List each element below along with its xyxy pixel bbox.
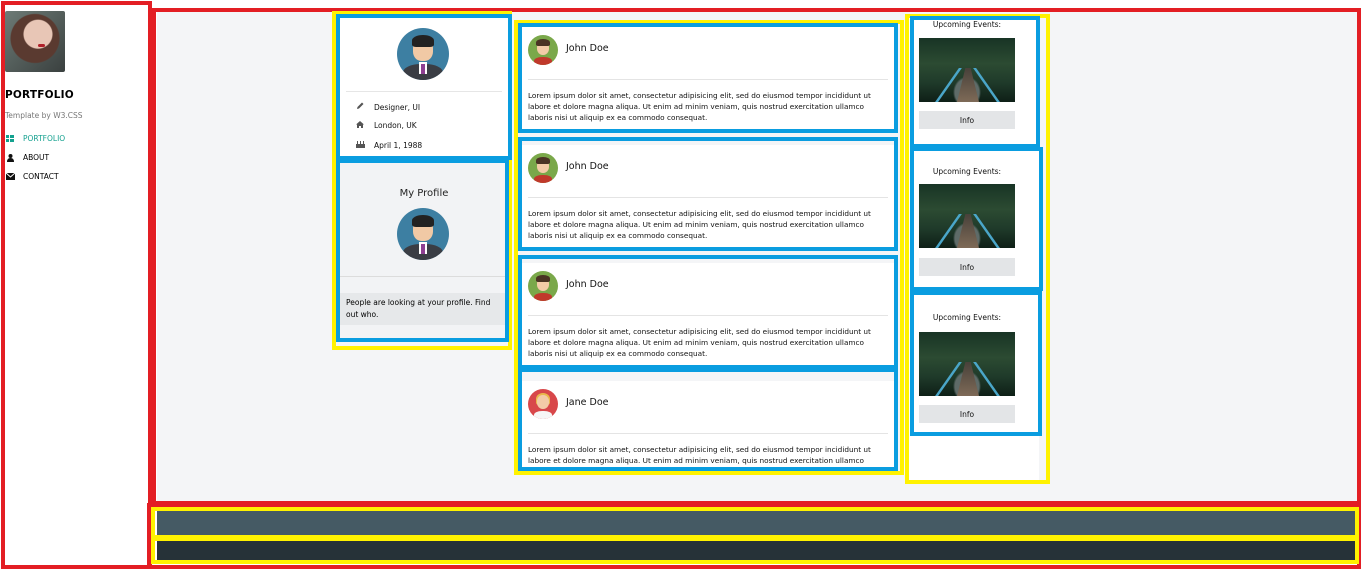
annotation-box-footer-bottom	[151, 537, 1359, 564]
annotation-box-event-2	[910, 147, 1043, 291]
annotation-box-event-1	[910, 16, 1040, 148]
annotation-box-post-2	[518, 137, 898, 251]
annotation-box-profile-card	[336, 14, 512, 160]
annotation-box-post-4	[518, 368, 898, 471]
annotation-box-footer-top	[151, 507, 1359, 539]
annotation-box-post-1	[518, 23, 898, 133]
annotation-box-post-3	[518, 255, 898, 369]
annotation-box-event-3	[910, 291, 1042, 436]
annotation-box-sidebar	[1, 1, 152, 569]
annotation-box-my-profile	[336, 159, 509, 342]
